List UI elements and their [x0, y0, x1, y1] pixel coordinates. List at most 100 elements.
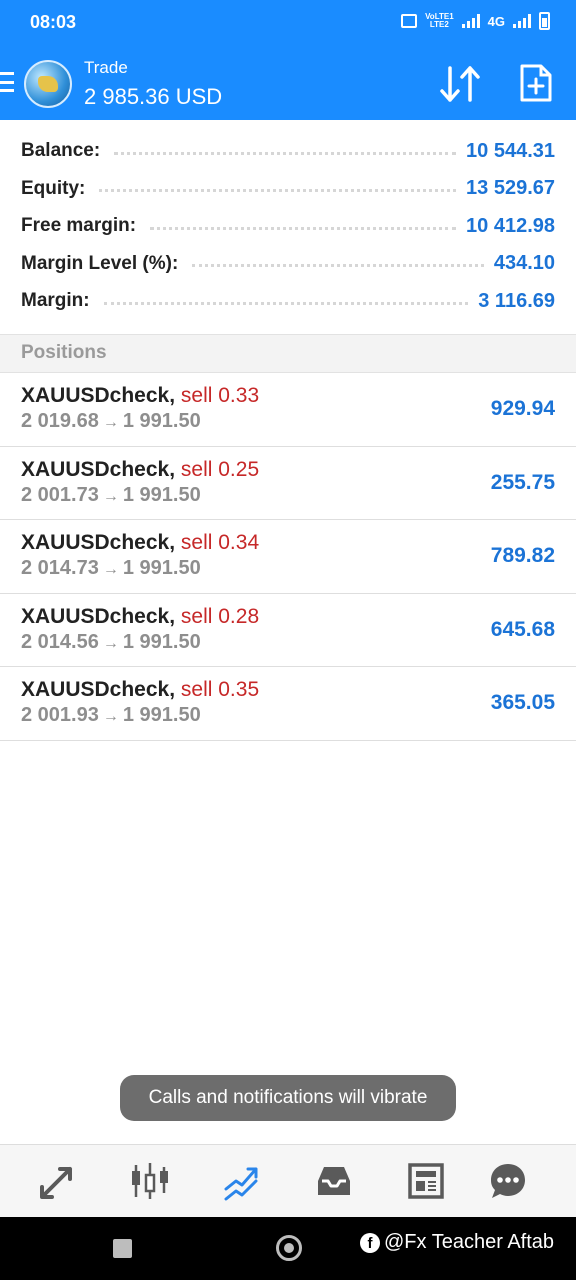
summary-value: 434.10 [493, 252, 555, 274]
position-profit: 789.82 [490, 544, 555, 568]
watermark: f @Fx Teacher Aftab [360, 1231, 554, 1254]
summary-row-free-margin: Free margin: 10 412.98 [21, 211, 555, 241]
position-symbol: XAUUSDcheck, sell 0.35 [21, 678, 259, 702]
position-prices: 2 001.93 → 1 991.50 [21, 704, 201, 727]
trade-icon[interactable] [220, 1159, 264, 1203]
summary-row-margin-level: Margin Level (%): 434.10 [21, 249, 555, 279]
arrow-right-icon: → [102, 634, 119, 652]
current-price: 1 991.50 [122, 630, 201, 653]
position-side: sell 0.33 [180, 384, 260, 407]
dotted-leader [114, 151, 457, 155]
summary-label: Margin: [21, 290, 90, 311]
positions-list: XAUUSDcheck, sell 0.33 2 019.68 → 1 991.50… [0, 373, 576, 741]
symbol-name: XAUUSDcheck, [21, 604, 176, 628]
account-profit: 2 985.36 USD [84, 84, 223, 109]
position-side: sell 0.35 [180, 678, 260, 702]
position-profit: 929.94 [490, 397, 555, 420]
signal-icon-1 [461, 14, 480, 28]
position-prices: 2 001.73 → 1 991.50 [21, 484, 201, 507]
summary-value: 13 529.67 [466, 177, 555, 199]
chat-icon[interactable] [486, 1159, 530, 1203]
position-side: sell 0.25 [180, 457, 260, 481]
summary-label: Margin Level (%): [21, 252, 179, 274]
position-symbol: XAUUSDcheck, sell 0.33 [21, 384, 259, 408]
position-profit: 645.68 [490, 617, 555, 641]
position-prices: 2 019.68 → 1 991.50 [21, 410, 201, 433]
facebook-icon: f [360, 1232, 380, 1253]
position-prices: 2 014.56 → 1 991.50 [21, 631, 201, 654]
position-row[interactable]: XAUUSDcheck, sell 0.25 2 001.73 → 1 991.50… [0, 447, 576, 521]
dotted-leader [150, 226, 457, 230]
history-icon[interactable] [312, 1159, 356, 1203]
position-side: sell 0.28 [180, 604, 260, 628]
news-icon[interactable] [404, 1159, 448, 1203]
status-time: 08:03 [30, 12, 77, 32]
home-button[interactable] [276, 1235, 302, 1261]
open-price: 2 019.68 [21, 410, 99, 432]
position-profit: 255.75 [490, 470, 555, 494]
vibrate-icon [401, 14, 418, 28]
dotted-leader [103, 301, 469, 305]
recent-apps-button[interactable] [113, 1239, 132, 1258]
symbol-name: XAUUSDcheck, [21, 457, 176, 481]
summary-row-balance: Balance: 10 544.31 [21, 136, 555, 166]
status-bar: 08:03 VoLTE1 LTE2 4G [0, 0, 576, 48]
positions-title: Positions [21, 342, 107, 363]
position-row[interactable]: XAUUSDcheck, sell 0.33 2 019.68 → 1 991.50… [0, 373, 576, 447]
arrow-right-icon: → [102, 561, 119, 579]
watermark-text: @Fx Teacher Aftab [384, 1231, 555, 1253]
open-price: 2 001.73 [21, 483, 99, 506]
position-symbol: XAUUSDcheck, sell 0.34 [21, 531, 259, 555]
open-price: 2 014.56 [21, 630, 99, 653]
position-symbol: XAUUSDcheck, sell 0.28 [21, 605, 259, 629]
signal-icon-2 [513, 14, 531, 28]
position-row[interactable]: XAUUSDcheck, sell 0.34 2 014.73 → 1 991.50… [0, 520, 576, 594]
position-side: sell 0.34 [180, 531, 260, 555]
positions-section-header: Positions [0, 334, 576, 373]
dotted-leader [99, 189, 457, 192]
arrow-right-icon: → [102, 708, 119, 726]
app-logo [24, 60, 72, 108]
symbol-name: XAUUSDcheck, [21, 384, 176, 407]
menu-icon[interactable] [0, 72, 16, 92]
bottom-nav [0, 1144, 576, 1217]
summary-row-margin: Margin: 3 116.69 [21, 286, 555, 316]
arrow-right-icon: → [102, 414, 119, 431]
summary-label: Free margin: [21, 215, 137, 236]
quotes-icon[interactable] [36, 1159, 80, 1203]
sort-icon[interactable] [438, 64, 482, 104]
toast-notification: Calls and notifications will vibrate [120, 1075, 456, 1121]
dotted-leader [192, 264, 484, 267]
current-price: 1 991.50 [122, 483, 201, 506]
system-nav-bar: f @Fx Teacher Aftab [0, 1217, 576, 1280]
new-order-icon[interactable] [518, 62, 554, 104]
battery-icon [539, 12, 550, 30]
status-icons: VoLTE1 LTE2 4G [401, 12, 550, 30]
symbol-name: XAUUSDcheck, [21, 531, 176, 555]
page-title: Trade [84, 58, 128, 77]
position-profit: 365.05 [490, 691, 555, 715]
summary-label: Balance: [21, 140, 101, 161]
summary-value: 10 544.31 [466, 139, 555, 162]
account-summary: Balance: 10 544.31 Equity: 13 529.67 Fre… [0, 120, 576, 334]
current-price: 1 991.50 [122, 557, 201, 580]
summary-row-equity: Equity: 13 529.67 [21, 174, 555, 204]
volte-label-2: LTE2 [429, 20, 449, 29]
arrow-right-icon: → [102, 487, 119, 505]
summary-value: 3 116.69 [478, 289, 555, 312]
summary-value: 10 412.98 [466, 214, 555, 237]
position-row[interactable]: XAUUSDcheck, sell 0.28 2 014.56 → 1 991.50… [0, 594, 576, 668]
symbol-name: XAUUSDcheck, [21, 678, 176, 702]
position-row[interactable]: XAUUSDcheck, sell 0.35 2 001.93 → 1 991.50… [0, 667, 576, 741]
summary-label: Equity: [21, 177, 86, 199]
chart-icon[interactable] [128, 1159, 172, 1203]
volte-icon: VoLTE1 LTE2 [425, 13, 454, 29]
app-header: Trade 2 985.36 USD [0, 48, 576, 120]
network-type: 4G [487, 13, 505, 29]
position-symbol: XAUUSDcheck, sell 0.25 [21, 458, 259, 482]
current-price: 1 991.50 [122, 410, 201, 432]
open-price: 2 001.93 [21, 704, 99, 727]
current-price: 1 991.50 [122, 704, 201, 727]
open-price: 2 014.73 [21, 557, 99, 580]
position-prices: 2 014.73 → 1 991.50 [21, 557, 201, 580]
